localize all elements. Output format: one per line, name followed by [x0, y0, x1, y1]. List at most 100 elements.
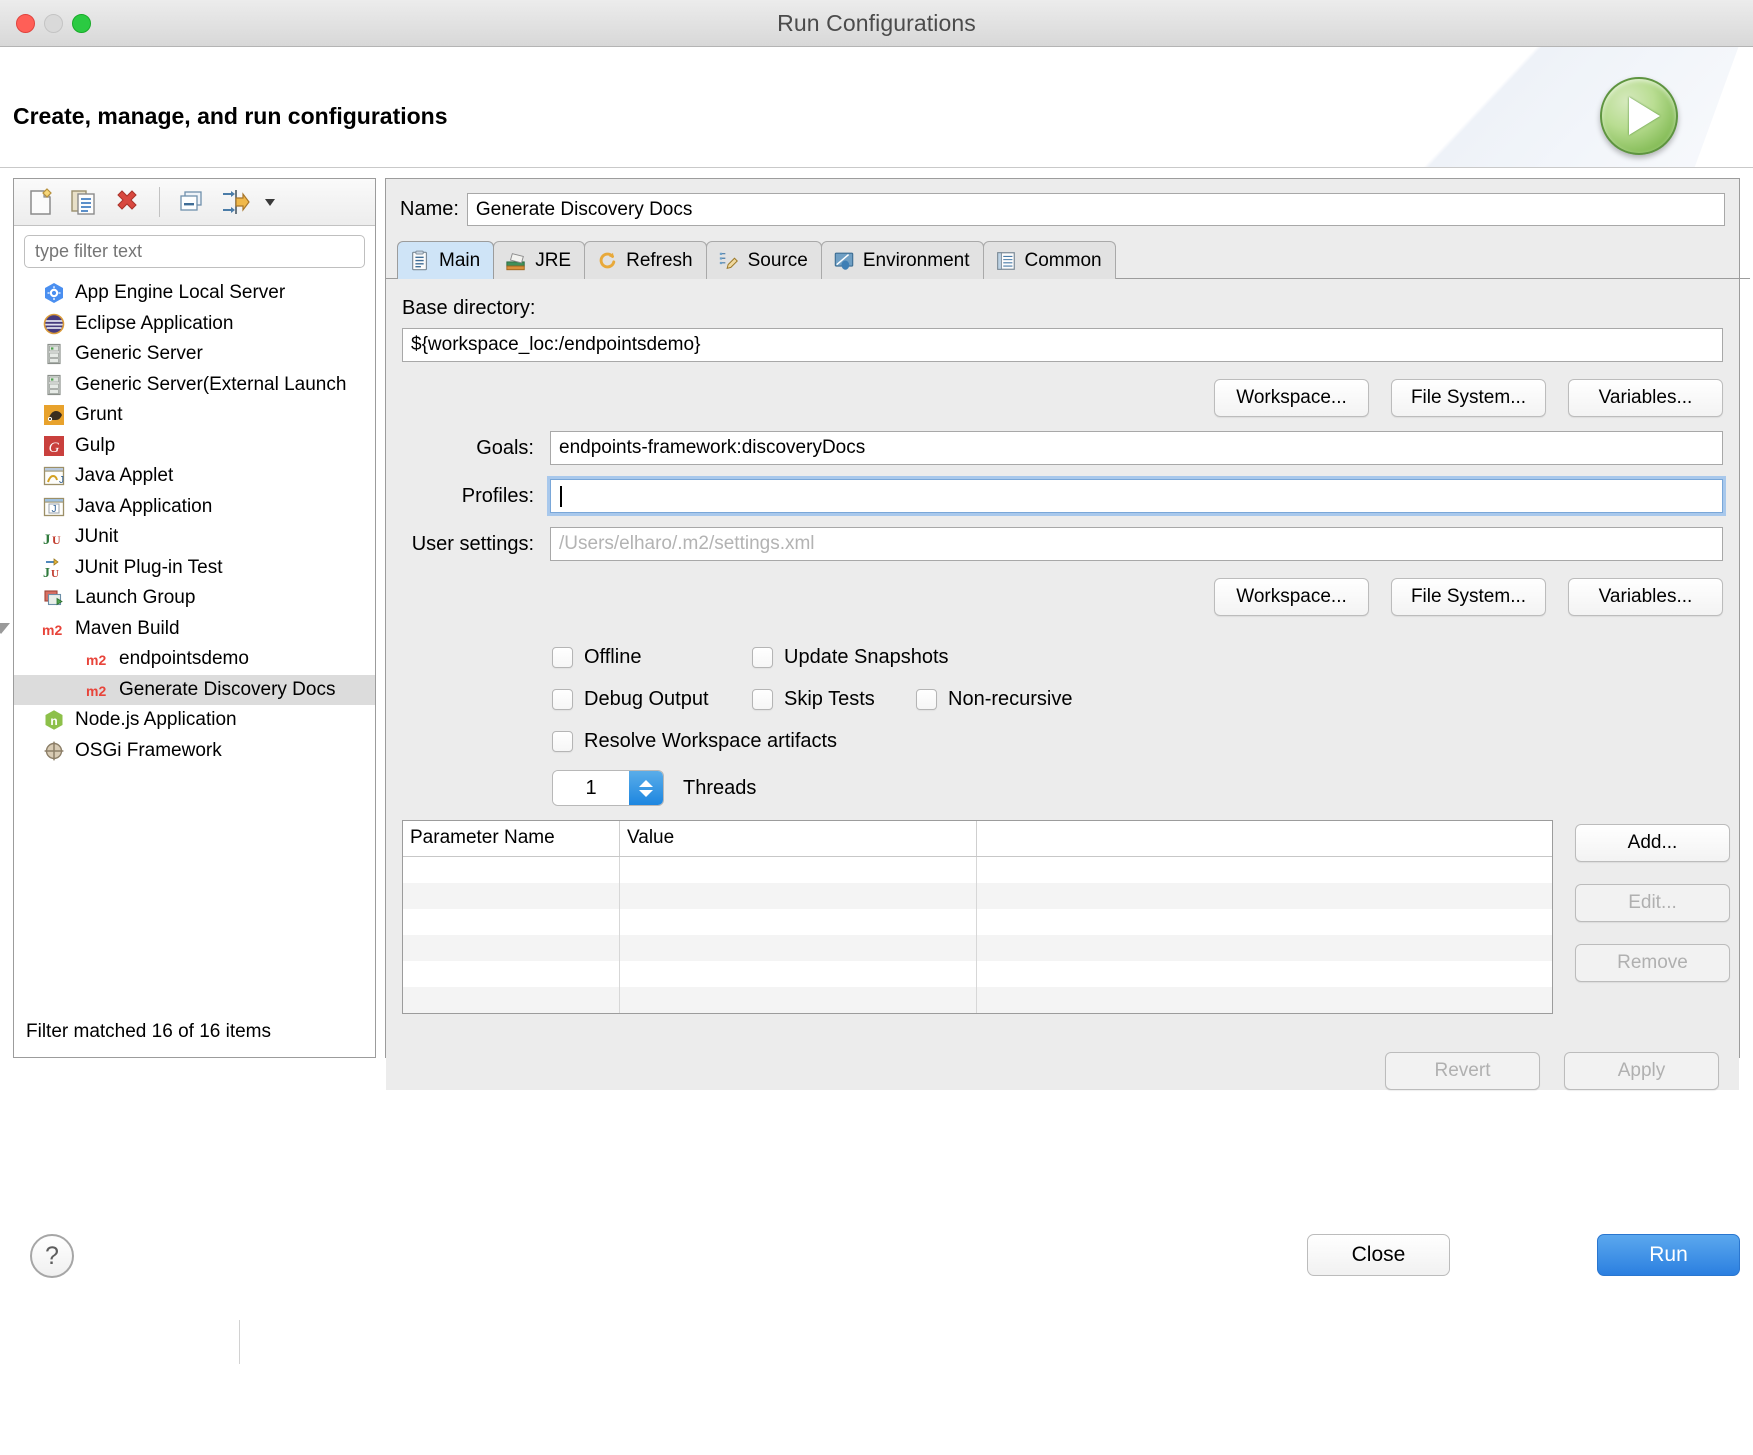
- tree-item-grunt[interactable]: Grunt: [14, 400, 375, 431]
- tree-item-node-js-application[interactable]: n Node.js Application: [14, 705, 375, 736]
- maximize-window-button[interactable]: [72, 14, 91, 33]
- checkbox-box-icon: [552, 646, 573, 668]
- new-configuration-button[interactable]: [22, 183, 60, 221]
- tree-item-label: Node.js Application: [75, 709, 237, 731]
- toolbar-dropdown-arrow-icon[interactable]: [259, 183, 281, 221]
- user-settings-input[interactable]: [550, 527, 1723, 561]
- tree-item-junit-plug-in-test[interactable]: J U JUnit Plug-in Test: [14, 553, 375, 584]
- add-parameter-button[interactable]: Add...: [1575, 824, 1730, 862]
- tab-jre[interactable]: JRE: [493, 241, 586, 279]
- tree-item-label: Maven Build: [75, 617, 180, 639]
- checkbox-label: Update Snapshots: [784, 645, 949, 668]
- checkbox-skip-tests[interactable]: Skip Tests: [752, 688, 916, 711]
- configuration-tabs[interactable]: Main JRE Refresh Source Environment Comm…: [386, 239, 1750, 279]
- checkbox-label: Resolve Workspace artifacts: [584, 729, 838, 752]
- settings-workspace-button[interactable]: Workspace...: [1214, 578, 1369, 616]
- base-directory-buttons: Workspace... File System... Variables...: [402, 379, 1723, 417]
- maven-icon: m2: [86, 647, 110, 671]
- goals-input[interactable]: [550, 431, 1723, 465]
- threads-label: Threads: [683, 776, 757, 799]
- dialog-body: App Engine Local Server Eclipse Applicat…: [0, 168, 1753, 1455]
- tree-item-maven-build[interactable]: m2 Maven Build: [0, 614, 375, 645]
- tree-item-label: Generate Discovery Docs: [119, 678, 336, 700]
- tab-environment[interactable]: Environment: [820, 241, 984, 279]
- tree-item-endpointsdemo[interactable]: m2 endpointsdemo: [14, 644, 375, 675]
- maven-icon: m2: [86, 678, 110, 702]
- table-row[interactable]: [403, 961, 1552, 987]
- run-button[interactable]: Run: [1597, 1234, 1740, 1276]
- svg-text:m2: m2: [42, 622, 62, 638]
- table-row[interactable]: [403, 883, 1552, 909]
- svg-text:m2: m2: [86, 683, 106, 699]
- table-row[interactable]: [403, 909, 1552, 935]
- tree-item-junit[interactable]: J U JUnit: [14, 522, 375, 553]
- tree-item-generic-server-external-launch[interactable]: Generic Server(External Launch: [14, 370, 375, 401]
- parameters-table[interactable]: Parameter Name Value: [402, 820, 1553, 1014]
- threads-stepper[interactable]: [552, 770, 664, 806]
- dialog-header: Create, manage, and run configurations: [0, 47, 1753, 168]
- configuration-name-input[interactable]: [466, 193, 1725, 226]
- delete-configuration-button[interactable]: [108, 183, 146, 221]
- tree-item-label: App Engine Local Server: [75, 282, 286, 304]
- filter-configurations-button[interactable]: [216, 183, 254, 221]
- profiles-row: Profiles:: [402, 476, 1726, 516]
- profiles-input[interactable]: [547, 476, 1726, 516]
- tree-item-gulp[interactable]: G Gulp: [14, 431, 375, 462]
- svg-text:G: G: [49, 440, 60, 456]
- tree-item-label: Eclipse Application: [75, 312, 234, 334]
- tab-label: Source: [747, 249, 808, 271]
- goals-label: Goals:: [476, 436, 534, 459]
- checkbox-resolve-workspace-artifacts[interactable]: Resolve Workspace artifacts: [552, 730, 837, 753]
- launch-group-icon: [42, 586, 66, 610]
- checkbox-non-recursive[interactable]: Non-recursive: [916, 688, 1072, 711]
- threads-stepper-arrows[interactable]: [629, 771, 663, 805]
- column-header-parameter-name: Parameter Name: [403, 821, 620, 856]
- table-row[interactable]: [403, 987, 1552, 1013]
- settings-file-system-button[interactable]: File System...: [1391, 578, 1546, 616]
- settings-variables-button[interactable]: Variables...: [1568, 578, 1723, 616]
- duplicate-configuration-button[interactable]: [65, 183, 103, 221]
- tab-label: JRE: [535, 249, 572, 271]
- table-row[interactable]: [403, 935, 1552, 961]
- tree-item-java-application[interactable]: J Java Application: [14, 492, 375, 523]
- tree-item-label: Gulp: [75, 434, 116, 456]
- close-button[interactable]: Close: [1307, 1234, 1450, 1276]
- filter-field-wrap: [14, 226, 375, 274]
- checkbox-debug-output[interactable]: Debug Output: [552, 688, 752, 711]
- tree-item-java-applet[interactable]: J Java Applet: [14, 461, 375, 492]
- common-tab-icon: [995, 250, 1017, 272]
- collapse-all-button[interactable]: [173, 183, 211, 221]
- base-variables-button[interactable]: Variables...: [1568, 379, 1723, 417]
- checkbox-box-icon: [752, 688, 773, 710]
- checkbox-line-3: Resolve Workspace artifacts: [552, 720, 1723, 762]
- tree-item-osgi-framework[interactable]: OSGi Framework: [14, 736, 375, 767]
- checkbox-update-snapshots[interactable]: Update Snapshots: [752, 646, 949, 669]
- tree-item-eclipse-application[interactable]: Eclipse Application: [14, 309, 375, 340]
- play-triangle-icon: [1628, 97, 1660, 135]
- minimize-window-button[interactable]: [44, 14, 63, 33]
- tab-main[interactable]: Main: [397, 241, 495, 279]
- threads-input[interactable]: [553, 771, 629, 805]
- tab-common[interactable]: Common: [982, 241, 1116, 279]
- tree-item-app-engine-local-server[interactable]: App Engine Local Server: [14, 278, 375, 309]
- table-row[interactable]: [403, 857, 1552, 883]
- column-header-value: Value: [620, 821, 977, 856]
- tab-refresh[interactable]: Refresh: [584, 241, 707, 279]
- checkbox-offline[interactable]: Offline: [552, 646, 752, 669]
- configuration-editor-panel: Name: Main JRE Refresh Source: [385, 178, 1750, 1090]
- tree-item-launch-group[interactable]: Launch Group: [14, 583, 375, 614]
- base-file-system-button[interactable]: File System...: [1391, 379, 1546, 417]
- base-directory-input[interactable]: [402, 328, 1723, 362]
- close-window-button[interactable]: [16, 14, 35, 33]
- user-settings-buttons: Workspace... File System... Variables...: [402, 578, 1723, 616]
- filter-input[interactable]: [24, 235, 365, 268]
- tree-item-generic-server[interactable]: Generic Server: [14, 339, 375, 370]
- tab-source[interactable]: Source: [705, 241, 822, 279]
- chevron-down-icon[interactable]: [639, 789, 653, 797]
- chevron-up-icon[interactable]: [639, 779, 653, 787]
- base-workspace-button[interactable]: Workspace...: [1214, 379, 1369, 417]
- help-button[interactable]: ?: [30, 1234, 74, 1278]
- tree-item-generate-discovery-docs[interactable]: m2 Generate Discovery Docs: [14, 674, 375, 705]
- launch-configuration-tree[interactable]: App Engine Local Server Eclipse Applicat…: [0, 274, 375, 950]
- tree-item-label: Java Applet: [75, 465, 174, 487]
